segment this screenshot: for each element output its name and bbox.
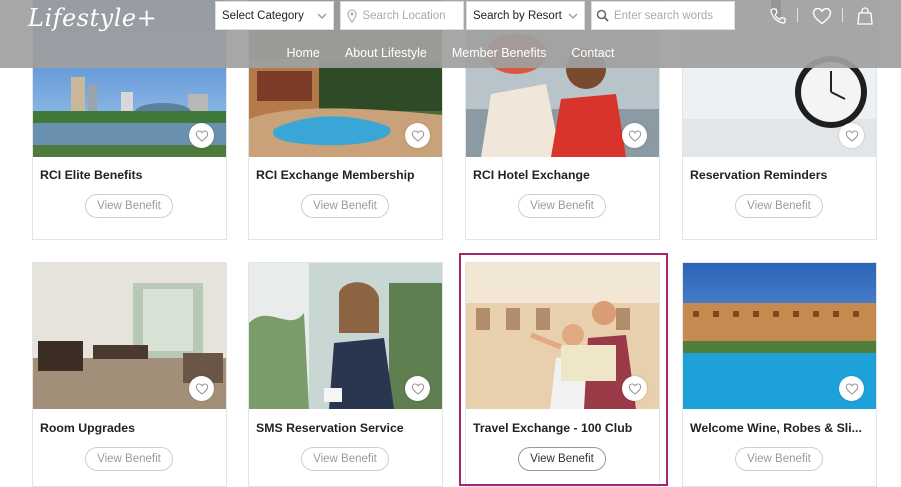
view-benefit-button[interactable]: View Benefit xyxy=(301,447,389,471)
location-input[interactable] xyxy=(362,9,463,22)
benefit-card[interactable]: Welcome Wine, Robes & Sli... View Benefi… xyxy=(682,262,877,487)
card-title: SMS Reservation Service xyxy=(256,421,404,435)
category-select-label: Select Category xyxy=(222,9,304,22)
chevron-down-icon xyxy=(311,13,333,19)
resort-select-label: Search by Resort xyxy=(473,9,562,22)
view-benefit-button[interactable]: View Benefit xyxy=(735,447,823,471)
card-title: Room Upgrades xyxy=(40,421,135,435)
view-benefit-button[interactable]: View Benefit xyxy=(85,194,173,218)
selected-card-highlight xyxy=(459,253,668,486)
favorite-heart-icon[interactable] xyxy=(622,123,647,148)
favorite-heart-icon[interactable] xyxy=(189,123,214,148)
benefit-card[interactable]: Room Upgrades View Benefit xyxy=(32,262,227,487)
chevron-down-icon xyxy=(562,13,584,19)
site-logo[interactable]: Lifestyle+ xyxy=(28,4,157,32)
favorite-heart-icon[interactable] xyxy=(405,376,430,401)
shopping-bag-icon[interactable] xyxy=(855,7,875,25)
map-pin-icon xyxy=(341,8,362,23)
card-title: Welcome Wine, Robes & Sli... xyxy=(690,421,862,435)
favorite-heart-icon[interactable] xyxy=(405,123,430,148)
phone-icon[interactable] xyxy=(768,7,788,25)
heart-icon[interactable] xyxy=(812,7,832,25)
view-benefit-button[interactable]: View Benefit xyxy=(301,194,389,218)
card-title: RCI Hotel Exchange xyxy=(473,168,590,182)
nav-home[interactable]: Home xyxy=(287,38,320,68)
site-header: Lifestyle+ Select Category Search by Res… xyxy=(0,0,901,68)
card-title: RCI Elite Benefits xyxy=(40,168,143,182)
search-icon[interactable] xyxy=(592,9,614,22)
favorite-heart-icon[interactable] xyxy=(189,376,214,401)
resort-select[interactable]: Search by Resort xyxy=(466,1,585,30)
view-benefit-button[interactable]: View Benefit xyxy=(518,194,606,218)
view-benefit-button[interactable]: View Benefit xyxy=(85,447,173,471)
location-search[interactable] xyxy=(340,1,464,30)
favorite-heart-icon[interactable] xyxy=(839,376,864,401)
nav-member-benefits[interactable]: Member Benefits xyxy=(452,38,546,68)
benefit-card[interactable]: SMS Reservation Service View Benefit xyxy=(248,262,443,487)
keyword-input[interactable] xyxy=(613,9,734,22)
header-divider xyxy=(842,8,843,22)
favorite-heart-icon[interactable] xyxy=(839,123,864,148)
main-nav: Home About Lifestyle Member Benefits Con… xyxy=(0,38,901,68)
header-divider xyxy=(797,8,798,22)
nav-contact[interactable]: Contact xyxy=(571,38,614,68)
nav-about-lifestyle[interactable]: About Lifestyle xyxy=(345,38,427,68)
view-benefit-button[interactable]: View Benefit xyxy=(735,194,823,218)
card-title: Reservation Reminders xyxy=(690,168,828,182)
category-select[interactable]: Select Category xyxy=(215,1,334,30)
keyword-search[interactable] xyxy=(591,1,735,30)
card-title: RCI Exchange Membership xyxy=(256,168,415,182)
